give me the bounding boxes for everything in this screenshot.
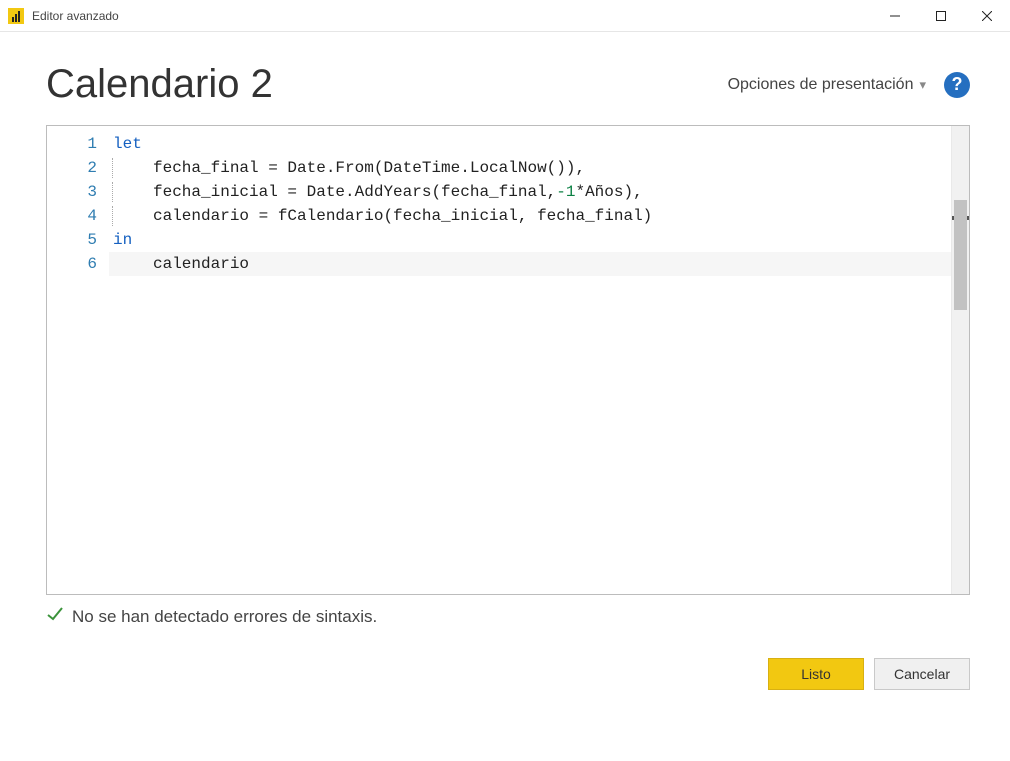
code-line: let (109, 132, 951, 156)
code-text-area[interactable]: let fecha_final = Date.From(DateTime.Loc… (109, 126, 951, 594)
line-number: 3 (47, 180, 109, 204)
header-row: Calendario 2 Opciones de presentación ▾ … (46, 62, 970, 107)
line-number: 2 (47, 156, 109, 180)
button-row: Listo Cancelar (46, 658, 970, 690)
query-title: Calendario 2 (46, 62, 728, 107)
scrollbar-vertical[interactable] (951, 126, 969, 594)
done-button[interactable]: Listo (768, 658, 864, 690)
code-line: in (109, 228, 951, 252)
display-options-dropdown[interactable]: Opciones de presentación ▾ (728, 76, 926, 94)
minimize-button[interactable] (872, 0, 918, 31)
line-number: 1 (47, 132, 109, 156)
code-line: fecha_final = Date.From(DateTime.LocalNo… (109, 156, 951, 180)
status-row: No se han detectado errores de sintaxis. (46, 605, 970, 628)
scrollbar-thumb[interactable] (954, 200, 967, 310)
line-number: 6 (47, 252, 109, 276)
code-line-active: calendario (109, 252, 951, 276)
cancel-button[interactable]: Cancelar (874, 658, 970, 690)
window-controls (872, 0, 1010, 31)
window-title: Editor avanzado (32, 9, 119, 23)
code-line: calendario = fCalendario(fecha_inicial, … (109, 204, 951, 228)
code-line: fecha_inicial = Date.AddYears(fecha_fina… (109, 180, 951, 204)
titlebar: Editor avanzado (0, 0, 1010, 32)
maximize-button[interactable] (918, 0, 964, 31)
chevron-down-icon: ▾ (919, 77, 926, 93)
line-number-gutter: 1 2 3 4 5 6 (47, 126, 109, 594)
check-icon (46, 605, 64, 628)
line-number: 5 (47, 228, 109, 252)
status-message: No se han detectado errores de sintaxis. (72, 607, 377, 627)
powerbi-icon (8, 8, 24, 24)
close-button[interactable] (964, 0, 1010, 31)
help-icon[interactable]: ? (944, 72, 970, 98)
line-number: 4 (47, 204, 109, 228)
content-area: Calendario 2 Opciones de presentación ▾ … (0, 32, 1010, 761)
display-options-label: Opciones de presentación (728, 76, 914, 94)
titlebar-left[interactable]: Editor avanzado (0, 0, 872, 31)
code-editor[interactable]: 1 2 3 4 5 6 let fecha_final = Date.From(… (46, 125, 970, 595)
